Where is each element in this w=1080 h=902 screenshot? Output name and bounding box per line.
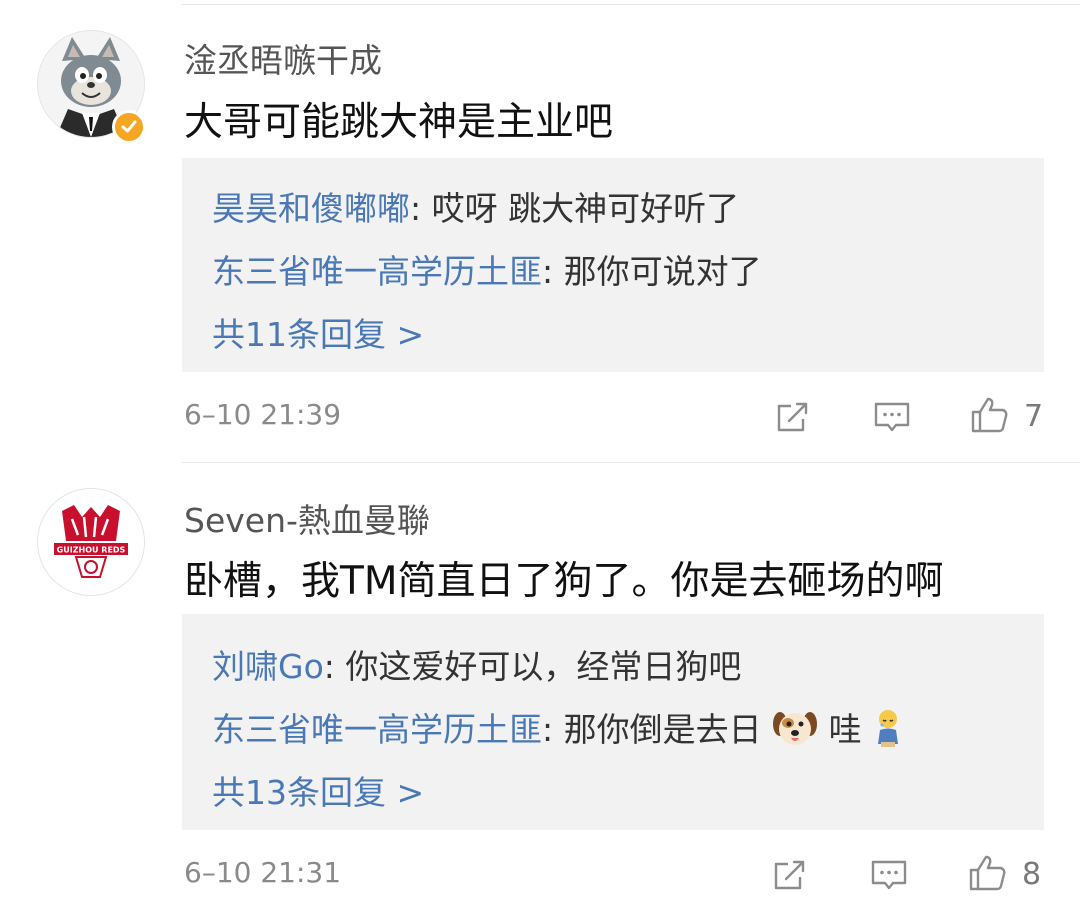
reply-text-suffix: 哇: [818, 710, 862, 749]
reply-username[interactable]: 东三省唯一高学历土匪: [212, 252, 542, 291]
reply-line[interactable]: 刘啸Go: 你这爱好可以，经常日狗吧: [212, 640, 741, 688]
crying-figure-emoji: [872, 708, 904, 756]
avatar-logo-text: GUIZHOU REDS: [57, 546, 126, 555]
reply-preview-box[interactable]: 昊昊和傻嘟嘟: 哎呀 跳大神可好听了 东三省唯一高学历土匪: 那你可说对了 共1…: [182, 158, 1044, 372]
comment-username[interactable]: Seven-熱血曼聯: [184, 494, 430, 542]
comment-icon[interactable]: [872, 397, 912, 437]
reply-username[interactable]: 刘啸Go: [212, 647, 324, 686]
reply-line[interactable]: 东三省唯一高学历土匪: 那你可说对了: [212, 245, 762, 293]
comment-username[interactable]: 淦丞晤嗾干成: [184, 34, 382, 82]
like-count: 8: [1022, 857, 1042, 892]
like-count: 7: [1024, 399, 1044, 434]
reply-separator: :: [410, 189, 432, 228]
comment-icon[interactable]: [869, 855, 909, 895]
reply-text: 那你可说对了: [563, 252, 762, 291]
comment-divider: [182, 462, 1080, 463]
more-replies-link[interactable]: 共13条回复 >: [212, 766, 424, 814]
verified-badge-icon: [112, 110, 146, 144]
reply-preview-box[interactable]: 刘啸Go: 你这爱好可以，经常日狗吧 东三省唯一高学历土匪: 那你倒是去日 哇: [182, 614, 1044, 830]
reply-separator: :: [542, 710, 564, 749]
dog-face-emoji: [772, 708, 818, 756]
reply-text: 那你倒是去日: [563, 710, 762, 749]
reply-line[interactable]: 东三省唯一高学历土匪: 那你倒是去日 哇: [212, 703, 904, 756]
share-icon[interactable]: [770, 855, 810, 895]
top-divider: [182, 4, 1080, 5]
reply-username[interactable]: 昊昊和傻嘟嘟: [212, 189, 410, 228]
reply-line[interactable]: 昊昊和傻嘟嘟: 哎呀 跳大神可好听了: [212, 182, 739, 230]
like-icon[interactable]: [969, 395, 1009, 435]
reply-text: 哎呀 跳大神可好听了: [431, 189, 740, 228]
more-replies-link[interactable]: 共11条回复 >: [212, 308, 424, 356]
reply-separator: :: [323, 647, 346, 686]
comment-text: 大哥可能跳大神是主业吧: [184, 100, 614, 145]
comment-timestamp: 6–10 21:39: [184, 398, 342, 431]
guizhou-reds-logo-avatar[interactable]: GUIZHOU REDS: [37, 488, 145, 596]
share-icon[interactable]: [773, 397, 813, 437]
reply-username[interactable]: 东三省唯一高学历土匪: [212, 710, 542, 749]
comment-timestamp: 6–10 21:31: [184, 856, 342, 889]
reply-separator: :: [542, 252, 564, 291]
like-icon[interactable]: [967, 853, 1007, 893]
comment-text: 卧槽，我TM简直日了狗了。你是去砸场的啊: [184, 559, 944, 604]
reply-text: 你这爱好可以，经常日狗吧: [345, 647, 742, 686]
